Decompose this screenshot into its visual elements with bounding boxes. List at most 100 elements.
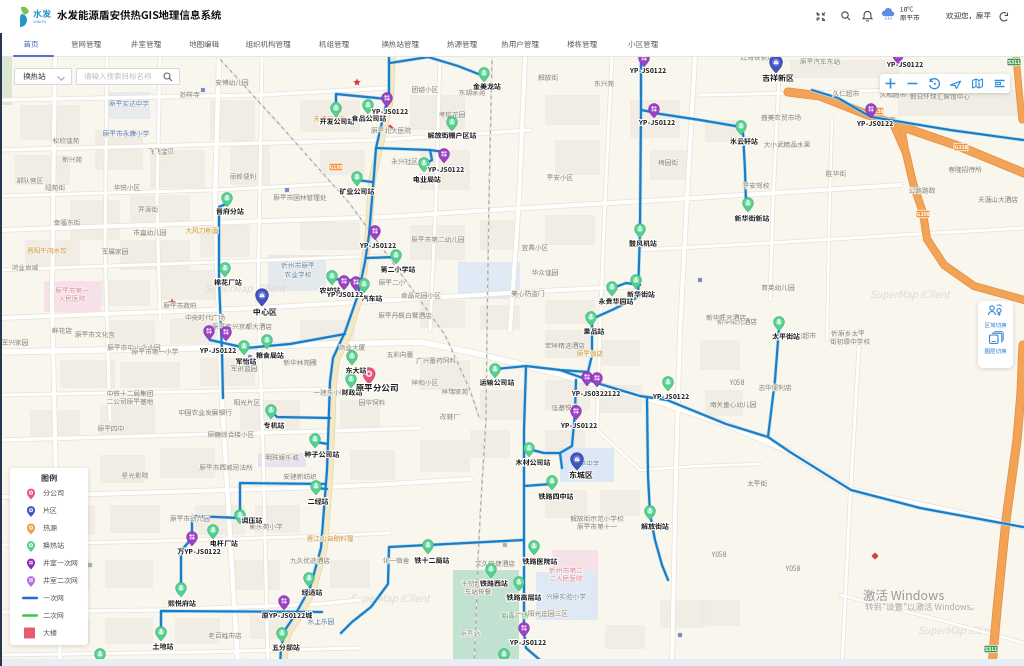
svg-text:华悦小区: 华悦小区 bbox=[114, 182, 141, 192]
svg-text:YP-JS0122: YP-JS0122 bbox=[510, 638, 547, 648]
svg-text:欢迎您，原平: 欢迎您，原平 bbox=[946, 11, 991, 22]
svg-text:YP-JS0122: YP-JS0122 bbox=[857, 119, 894, 129]
svg-text:美心防盗门: 美心防盗门 bbox=[511, 288, 545, 298]
svg-text:汽车站: 汽车站 bbox=[362, 294, 383, 304]
svg-text:分公司: 分公司 bbox=[43, 489, 64, 499]
svg-text:军兴家园: 军兴家园 bbox=[2, 337, 29, 347]
svg-text:YP-JS0122: YP-JS0122 bbox=[630, 66, 667, 76]
svg-text:熙悦府站: 熙悦府站 bbox=[167, 599, 196, 609]
svg-text:Y058: Y058 bbox=[729, 377, 745, 387]
svg-text:大楼: 大楼 bbox=[43, 629, 57, 639]
svg-text:幸福东街: 幸福东街 bbox=[54, 217, 81, 227]
svg-text:经苑街: 经苑街 bbox=[45, 182, 65, 192]
svg-text:原平丹枫白鹭酒店: 原平丹枫白鹭酒店 bbox=[378, 310, 432, 320]
svg-text:阳光片区: 阳光片区 bbox=[234, 397, 261, 407]
svg-text:原平市第十一: 原平市第十一 bbox=[577, 521, 617, 531]
svg-text:东城区: 东城区 bbox=[569, 470, 593, 481]
svg-text:飞飞宝贝: 飞飞宝贝 bbox=[148, 146, 175, 156]
svg-text:二经站: 二经站 bbox=[308, 497, 329, 507]
svg-text:原平饭店: 原平饭店 bbox=[577, 348, 604, 358]
svg-text:晋阳牛肉水饺: 晋阳牛肉水饺 bbox=[27, 245, 67, 255]
svg-text:YP-JS0122: YP-JS0122 bbox=[360, 241, 397, 251]
svg-text:安博幼儿园: 安博幼儿园 bbox=[215, 77, 249, 87]
svg-text:中国农业发展银行: 中国农业发展银行 bbox=[178, 407, 232, 417]
svg-text:公路路政: 公路路政 bbox=[909, 185, 936, 195]
svg-text:S311: S311 bbox=[1008, 59, 1020, 66]
svg-text:一次网: 一次网 bbox=[43, 594, 64, 604]
svg-text:食品花园小区: 食品花园小区 bbox=[401, 290, 441, 300]
svg-text:土地站: 土地站 bbox=[153, 642, 174, 652]
svg-text:原平市永康小学: 原平市永康小学 bbox=[103, 128, 150, 138]
svg-text:木材公司站: 木材公司站 bbox=[516, 458, 551, 468]
svg-text:吉祥新区: 吉祥新区 bbox=[762, 73, 794, 84]
svg-text:新兴苑: 新兴苑 bbox=[62, 154, 82, 164]
svg-text:九久优选酒店: 九久优选酒店 bbox=[290, 555, 330, 565]
svg-text:军属家园: 军属家园 bbox=[102, 246, 129, 256]
svg-text:晋江山自助料理: 晋江山自助料理 bbox=[307, 533, 354, 543]
svg-text:原平市第二幼儿园: 原平市第二幼儿园 bbox=[411, 234, 465, 244]
svg-text:二人民医院: 二人民医院 bbox=[549, 573, 583, 583]
svg-text:第二小学站: 第二小学站 bbox=[381, 265, 416, 275]
svg-text:解放街棚户区站: 解放街棚户区站 bbox=[428, 131, 477, 141]
svg-text:南关童心幼儿园: 南关童心幼儿园 bbox=[710, 399, 757, 409]
svg-text:SuperMap iClient: SuperMap iClient bbox=[870, 286, 951, 301]
svg-text:星光影院: 星光影院 bbox=[122, 470, 149, 480]
svg-text:电业局站: 电业局站 bbox=[413, 175, 441, 185]
svg-text:粮食局站: 粮食局站 bbox=[256, 351, 284, 361]
svg-text:原平市西城司法所: 原平市西城司法所 bbox=[199, 462, 253, 472]
svg-text:红海铁锅炖: 红海铁锅炖 bbox=[740, 57, 774, 62]
svg-text:久仁超市: 久仁超市 bbox=[833, 88, 860, 98]
svg-text:种子公司站: 种子公司站 bbox=[305, 450, 340, 460]
svg-text:市直幼儿园: 市直幼儿园 bbox=[133, 227, 167, 237]
svg-text:太平街: 太平街 bbox=[746, 478, 767, 488]
svg-text:大风刀削面: 大风刀削面 bbox=[184, 225, 218, 235]
svg-text:原平市第一小学: 原平市第一小学 bbox=[132, 346, 179, 356]
svg-text:G108: G108 bbox=[330, 164, 343, 171]
svg-text:原平市文化宫: 原平市文化宫 bbox=[75, 329, 115, 339]
svg-text:原平二小: 原平二小 bbox=[379, 277, 406, 287]
svg-text:YP-JS0122: YP-JS0122 bbox=[372, 107, 409, 117]
svg-text:原平市政府: 原平市政府 bbox=[163, 300, 197, 310]
svg-text:东大站: 东大站 bbox=[346, 366, 367, 376]
svg-text:原平汽车东站: 原平汽车东站 bbox=[800, 57, 840, 66]
svg-text:园华饲料: 园华饲料 bbox=[359, 397, 386, 407]
svg-text:G208: G208 bbox=[917, 211, 930, 218]
svg-text:YP-JS0122: YP-JS0122 bbox=[887, 60, 924, 70]
svg-text:原YP-JS0122城: 原YP-JS0122城 bbox=[262, 611, 313, 621]
svg-text:运输公司站: 运输公司站 bbox=[480, 378, 515, 388]
svg-text:街初级中学校: 街初级中学校 bbox=[830, 336, 870, 346]
svg-text:东兴苑: 东兴苑 bbox=[594, 78, 614, 88]
svg-text:YP-JS0122: YP-JS0122 bbox=[428, 165, 465, 175]
svg-text:鼓风机站: 鼓风机站 bbox=[629, 239, 657, 249]
svg-text:晋府分站: 晋府分站 bbox=[216, 207, 244, 217]
svg-text:井室二次网: 井室二次网 bbox=[43, 576, 78, 586]
svg-text:调压站: 调压站 bbox=[242, 516, 263, 526]
svg-text:梅园街: 梅园街 bbox=[658, 157, 678, 167]
svg-text:水发: 水发 bbox=[33, 7, 52, 20]
svg-text:大小武精品水果: 大小武精品水果 bbox=[763, 139, 811, 149]
svg-text:老百姓市店: 老百姓市店 bbox=[208, 630, 242, 640]
svg-text:阳光庄园三区: 阳光庄园三区 bbox=[528, 608, 568, 618]
svg-text:Y058: Y058 bbox=[785, 563, 801, 573]
svg-text:五分部站: 五分部站 bbox=[272, 643, 300, 653]
svg-text:广兴蕾药饲料: 广兴蕾药饲料 bbox=[416, 355, 456, 365]
svg-text:始嘉广场: 始嘉广场 bbox=[502, 610, 529, 620]
svg-text:原平市国林管理处: 原平市国林管理处 bbox=[273, 192, 327, 202]
svg-text:YP-JS0122: YP-JS0122 bbox=[200, 346, 237, 356]
svg-text:铁路四中站: 铁路四中站 bbox=[539, 492, 574, 502]
svg-text:原平实达中学: 原平实达中学 bbox=[109, 98, 149, 108]
svg-text:开源街: 开源街 bbox=[138, 204, 158, 214]
svg-text:太平街站: 太平街站 bbox=[772, 332, 800, 342]
svg-text:原平市幼儿园: 原平市幼儿园 bbox=[170, 513, 210, 523]
svg-text:解放街站: 解放街站 bbox=[641, 522, 669, 532]
svg-text:天涯山大酒店: 天涯山大酒店 bbox=[978, 194, 1018, 204]
svg-text:华众佳园: 华众佳园 bbox=[532, 267, 559, 277]
svg-text:二公司原平基地: 二公司原平基地 bbox=[107, 396, 154, 406]
svg-text:开发公司站: 开发公司站 bbox=[320, 117, 355, 127]
svg-text:S311: S311 bbox=[985, 646, 997, 653]
svg-text:新华林苑圃: 新华林苑圃 bbox=[283, 357, 317, 367]
svg-text:鲜花店: 鲜花店 bbox=[52, 325, 72, 335]
svg-text:平安小区: 平安小区 bbox=[547, 172, 574, 182]
svg-text:改鞋厂: 改鞋厂 bbox=[440, 411, 460, 421]
svg-text:祥和小区: 祥和小区 bbox=[412, 377, 439, 387]
